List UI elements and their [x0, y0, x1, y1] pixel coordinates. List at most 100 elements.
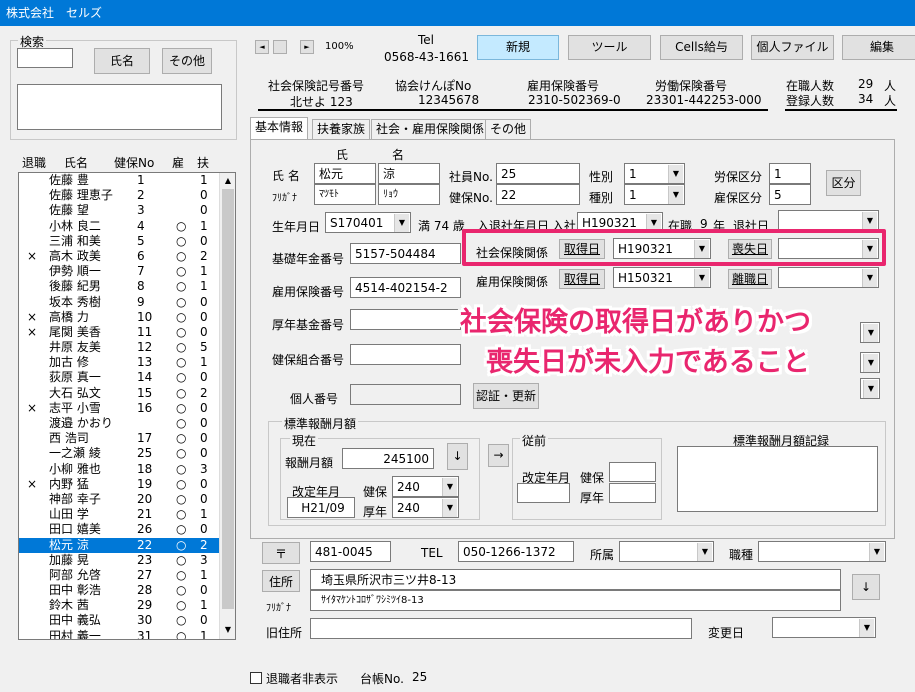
hide-retired-checkbox[interactable] [250, 672, 262, 684]
chevron-down-icon[interactable]: ▼ [862, 212, 877, 230]
list-item[interactable]: 阿部 允啓 27 ○ 1 [19, 568, 235, 583]
chevron-down-icon[interactable]: ▼ [442, 478, 457, 496]
kojin-field[interactable] [350, 384, 461, 405]
chevron-down-icon[interactable]: ▼ [863, 324, 878, 342]
list-item[interactable]: 山田 学 21 ○ 1 [19, 507, 235, 522]
list-item[interactable]: 三浦 和美 5 ○ 0 [19, 234, 235, 249]
birth-select[interactable]: S170401 ▼ [325, 212, 411, 233]
list-item[interactable]: 鈴木 茜 29 ○ 1 [19, 598, 235, 613]
list-item[interactable]: 神部 幸子 20 ○ 0 [19, 492, 235, 507]
first-record-button[interactable]: ◄ [255, 40, 269, 54]
henko-select[interactable]: ▼ [772, 617, 876, 638]
chevron-down-icon[interactable]: ▼ [869, 543, 884, 561]
kiso-field[interactable]: 5157-504484 [350, 243, 461, 264]
kiroku-box[interactable] [677, 446, 878, 512]
name-search-button[interactable]: 氏名 [94, 48, 150, 74]
juzen-kaitei-field[interactable] [517, 483, 570, 503]
shozoku-select[interactable]: ▼ [619, 541, 714, 562]
tab-basic[interactable]: 基本情報 [250, 117, 309, 139]
houshu-field[interactable]: 245100 [342, 448, 434, 469]
extra-select-2[interactable]: ▼ [860, 352, 880, 373]
chevron-down-icon[interactable]: ▼ [859, 619, 874, 637]
chevron-down-icon[interactable]: ▼ [697, 543, 712, 561]
jusho-button[interactable]: 住所 [262, 570, 300, 592]
seibetsu-select[interactable]: 1 ▼ [624, 163, 685, 184]
list-item[interactable]: 小林 良二 4 ○ 1 [19, 219, 235, 234]
taisha-select[interactable]: ▼ [778, 210, 879, 231]
rishoku-select[interactable]: ▼ [778, 267, 879, 288]
rishoku-button[interactable]: 離職日 [728, 269, 772, 289]
juzen-kounen-field[interactable] [609, 483, 656, 503]
extra-select-3[interactable]: ▼ [860, 378, 880, 399]
list-item[interactable]: 井原 友美 12 ○ 5 [19, 340, 235, 355]
list-item[interactable]: × 志平 小雪 16 ○ 0 [19, 401, 235, 416]
next-record-button[interactable]: ► [300, 40, 314, 54]
koyo-shutoku-button[interactable]: 取得日 [559, 269, 605, 289]
list-item[interactable]: 一之瀬 綾 25 ○ 0 [19, 446, 235, 461]
list-item[interactable]: 田中 義弘 30 ○ 0 [19, 613, 235, 628]
chevron-down-icon[interactable]: ▼ [862, 269, 877, 287]
scroll-down-icon[interactable]: ▼ [221, 623, 235, 637]
list-item[interactable]: × 尾関 美香 11 ○ 0 [19, 325, 235, 340]
list-item[interactable]: 小柳 雅也 18 ○ 3 [19, 462, 235, 477]
juzen-kenpo-field[interactable] [609, 462, 656, 482]
kounen-field[interactable] [350, 309, 461, 330]
sei-field[interactable]: 松元 [314, 163, 376, 184]
tab-insurance[interactable]: 社会・雇用保険関係 [371, 119, 490, 139]
chevron-down-icon[interactable]: ▼ [863, 354, 878, 372]
chevron-down-icon[interactable]: ▼ [668, 165, 683, 183]
shubetsu-select[interactable]: 1 ▼ [624, 184, 685, 205]
chevron-down-icon[interactable]: ▼ [394, 214, 409, 232]
list-item[interactable]: 田中 彰浩 28 ○ 0 [19, 583, 235, 598]
tel-field[interactable]: 050-1266-1372 [458, 541, 574, 562]
list-scrollbar[interactable]: ▲ ▼ [219, 173, 235, 639]
address-down-button[interactable]: ↓ [852, 574, 880, 600]
search-result-box[interactable] [17, 84, 222, 130]
list-item[interactable]: 後藤 紀男 8 ○ 1 [19, 279, 235, 294]
koho-field[interactable]: 5 [769, 184, 811, 205]
chevron-down-icon[interactable]: ▼ [442, 499, 457, 517]
record-slider[interactable] [273, 40, 287, 54]
houshu-down-button[interactable]: ↓ [447, 443, 468, 470]
shokushu-select[interactable]: ▼ [758, 541, 886, 562]
sei-kana-field[interactable]: ﾏﾂﾓﾄ [314, 184, 376, 205]
yubin-field[interactable]: 481-0045 [310, 541, 391, 562]
list-item[interactable]: × 内野 猛 19 ○ 0 [19, 477, 235, 492]
list-item[interactable]: 佐藤 豊 1 1 [19, 173, 235, 188]
koyo-shutoku-select[interactable]: H150321 ▼ [613, 267, 711, 288]
jusho-field[interactable]: 埼玉県所沢市三ツ井8-13 [310, 569, 841, 590]
mei-field[interactable]: 涼 [378, 163, 440, 184]
list-item[interactable]: 松元 涼 22 ○ 2 [19, 537, 235, 553]
tab-dependents[interactable]: 扶養家族 [312, 119, 371, 139]
jusho-kana-field[interactable]: ｻｲﾀﾏｹﾝﾄｺﾛｻﾞﾜｼﾐﾂｲ8-13 [310, 590, 841, 611]
copy-to-juzen-button[interactable]: → [488, 444, 509, 467]
ninsho-button[interactable]: 認証・更新 [473, 383, 539, 409]
kenpo-field[interactable]: 22 [496, 184, 580, 205]
chevron-down-icon[interactable]: ▼ [668, 186, 683, 204]
new-button[interactable]: 新規 [477, 35, 559, 60]
list-item[interactable]: 渡邉 かおり ○ 0 [19, 416, 235, 431]
employee-list[interactable]: 佐藤 豊 1 1 佐藤 理恵子 2 0 佐藤 望 3 0 小林 良二 4 ○ 1 三浦 和美 5 ○ 0 × 高木 … [18, 172, 236, 640]
shain-field[interactable]: 25 [496, 163, 580, 184]
list-item[interactable]: 伊勢 順一 7 ○ 1 [19, 264, 235, 279]
yubin-button[interactable]: 〒 [262, 542, 300, 564]
cells-salary-button[interactable]: Cells給与 [660, 35, 743, 60]
list-item[interactable]: 加藤 晃 23 ○ 3 [19, 553, 235, 568]
list-item[interactable]: 田口 嬉美 26 ○ 0 [19, 522, 235, 537]
kenpo2-select[interactable]: 240 ▼ [392, 476, 459, 497]
kaitei-field[interactable]: H21/09 [287, 497, 355, 518]
list-item[interactable]: 大石 弘文 15 ○ 2 [19, 386, 235, 401]
list-item[interactable]: 佐藤 望 3 0 [19, 203, 235, 218]
other-search-button[interactable]: その他 [162, 48, 212, 74]
search-input[interactable] [17, 48, 73, 68]
extra-select-1[interactable]: ▼ [860, 322, 880, 343]
list-item[interactable]: 西 浩司 17 ○ 0 [19, 431, 235, 446]
list-item[interactable]: 荻原 真一 14 ○ 0 [19, 370, 235, 385]
personal-file-button[interactable]: 個人ファイル [751, 35, 834, 60]
kumiai-field[interactable] [350, 344, 461, 365]
list-item[interactable]: 田村 義一 31 ○ 1 [19, 629, 235, 639]
kubun-button[interactable]: 区分 [826, 170, 861, 196]
kounen2-select[interactable]: 240 ▼ [392, 497, 459, 518]
list-item[interactable]: 佐藤 理恵子 2 0 [19, 188, 235, 203]
list-item[interactable]: 坂本 秀樹 9 ○ 0 [19, 295, 235, 310]
